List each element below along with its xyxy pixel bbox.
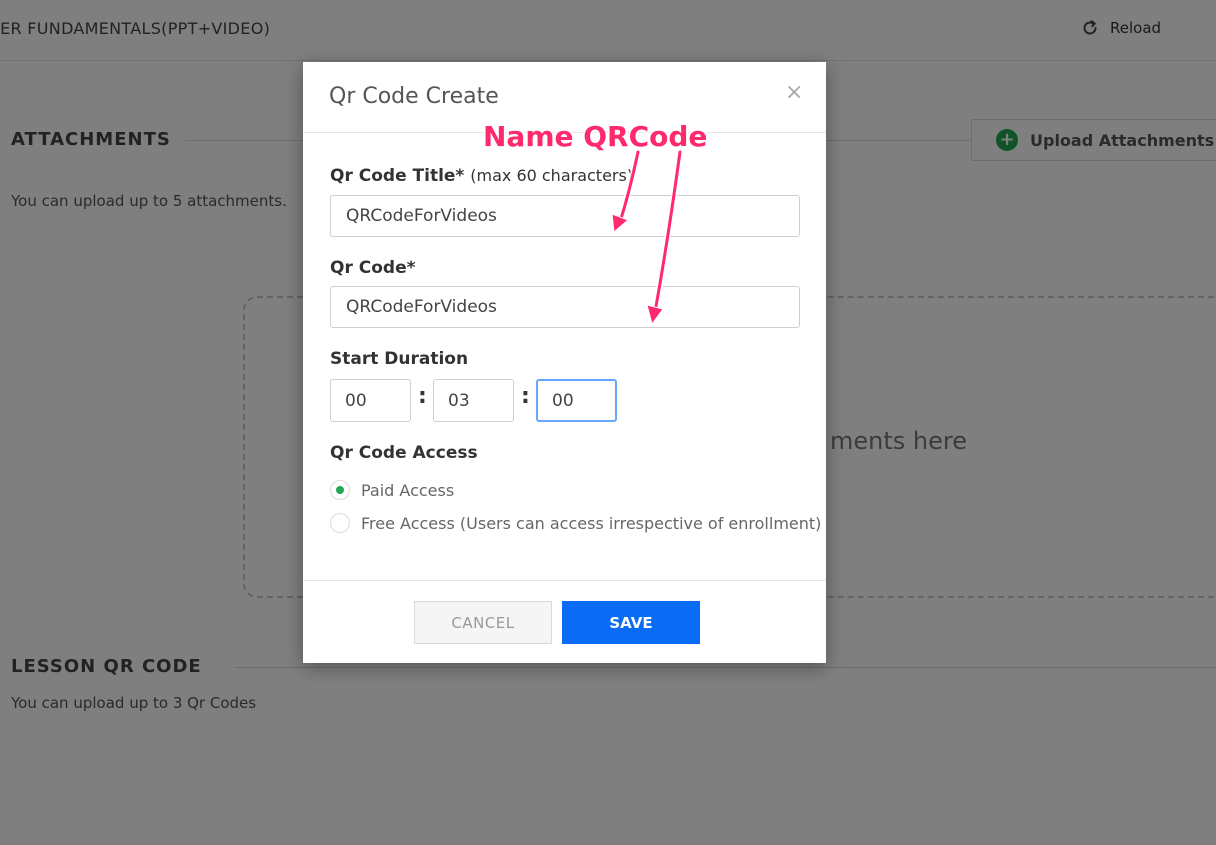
time-separator: : — [521, 384, 530, 409]
qr-title-label-text: Qr Code Title* — [330, 166, 465, 186]
start-minutes-input[interactable] — [433, 379, 514, 422]
qr-title-input[interactable] — [330, 195, 800, 237]
time-separator: : — [418, 384, 427, 409]
save-button[interactable]: SAVE — [562, 601, 700, 644]
qr-access-label: Qr Code Access — [330, 443, 478, 463]
close-icon[interactable]: × — [785, 80, 803, 105]
modal-footer: CANCEL SAVE — [303, 580, 826, 664]
annotation-label: Name QRCode — [483, 120, 708, 153]
start-duration-label: Start Duration — [330, 349, 469, 369]
paid-access-option[interactable]: Paid Access — [330, 480, 454, 500]
start-hours-input[interactable] — [330, 379, 411, 422]
page: TER FUNDAMENTALS(PPT+VIDEO) Reload ATTAC… — [0, 0, 1216, 845]
start-seconds-input[interactable] — [536, 379, 617, 422]
qr-code-label: Qr Code* — [330, 258, 416, 278]
cancel-button[interactable]: CANCEL — [414, 601, 552, 644]
free-access-label: Free Access (Users can access irrespecti… — [361, 513, 822, 533]
free-access-option[interactable]: Free Access (Users can access irrespecti… — [330, 513, 821, 533]
paid-access-label: Paid Access — [361, 480, 455, 500]
free-access-radio[interactable] — [330, 513, 350, 533]
modal-title: Qr Code Create — [329, 84, 499, 109]
paid-access-radio[interactable] — [330, 480, 350, 500]
qr-title-hint: (max 60 characters) — [470, 166, 634, 185]
qr-code-input[interactable] — [330, 286, 800, 328]
qr-title-label: Qr Code Title* (max 60 characters) — [330, 166, 633, 186]
